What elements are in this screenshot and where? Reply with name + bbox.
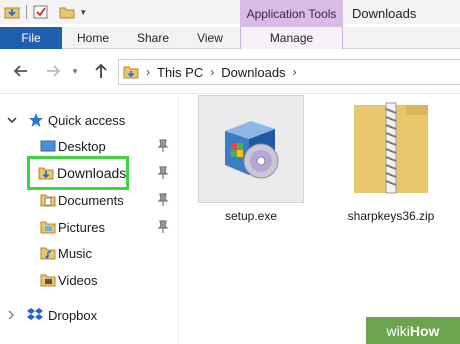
forward-arrow-icon[interactable]: [44, 62, 62, 80]
tab-home[interactable]: Home: [66, 27, 120, 49]
pin-icon[interactable]: [157, 193, 169, 207]
chevron-right-icon[interactable]: ›: [146, 65, 150, 79]
nav-item-desktop[interactable]: Desktop: [0, 135, 170, 157]
chevron-right-icon[interactable]: ›: [210, 65, 214, 79]
wikihow-watermark: wiki How: [366, 317, 460, 344]
nav-item-label: Videos: [58, 272, 98, 288]
file-list: setup.exe sharpkeys36.zip: [186, 95, 460, 344]
installer-icon: [215, 113, 287, 185]
star-icon: [28, 112, 44, 128]
nav-item-label: Music: [58, 245, 92, 261]
videos-folder-icon: [40, 272, 56, 288]
nav-item-label: Quick access: [48, 112, 126, 128]
tab-file[interactable]: File: [0, 27, 62, 49]
nav-item-quick-access[interactable]: Quick access: [0, 109, 170, 131]
downloads-folder-icon: [123, 65, 139, 79]
recent-locations-icon[interactable]: ▾: [70, 62, 80, 80]
tab-share[interactable]: Share: [128, 27, 178, 49]
breadcrumb-downloads[interactable]: Downloads: [221, 65, 285, 80]
desktop-folder-icon: [40, 139, 56, 153]
up-arrow-icon[interactable]: [92, 62, 110, 80]
tab-manage[interactable]: Manage: [240, 27, 343, 49]
separator: [26, 5, 27, 19]
window-title: Downloads: [352, 6, 417, 21]
address-bar[interactable]: › This PC › Downloads ›: [118, 59, 460, 85]
pictures-folder-icon: [40, 219, 56, 235]
title-bar: ▾ Downloads: [0, 0, 460, 24]
pin-icon[interactable]: [157, 139, 169, 153]
nav-item-label: Documents: [58, 192, 124, 208]
customize-toolbar-icon[interactable]: ▾: [81, 5, 91, 19]
documents-folder-icon: [40, 192, 56, 208]
tab-view[interactable]: View: [186, 27, 234, 49]
dropbox-icon: [26, 307, 44, 323]
selection-frame: [198, 95, 304, 203]
nav-item-label: Dropbox: [48, 307, 98, 323]
ribbon-tabs: File Home Share View Manage: [0, 27, 460, 49]
breadcrumb-this-pc[interactable]: This PC: [157, 65, 203, 80]
navigation-bar: ▾ › This PC › Downloads ›: [0, 50, 460, 94]
zip-folder-icon: [346, 99, 436, 199]
properties-icon[interactable]: [33, 5, 49, 19]
new-folder-icon[interactable]: [59, 5, 75, 19]
file-item-sharpkeys-zip[interactable]: sharpkeys36.zip: [336, 95, 446, 223]
pin-icon[interactable]: [157, 220, 169, 234]
back-arrow-icon[interactable]: [12, 62, 30, 80]
watermark-suffix: How: [409, 322, 440, 339]
nav-item-label: Desktop: [58, 138, 106, 154]
folder-down-icon[interactable]: [4, 5, 20, 19]
music-folder-icon: [40, 245, 56, 261]
chevron-right-icon[interactable]: ›: [293, 65, 297, 79]
quick-access-toolbar: ▾: [4, 4, 91, 20]
watermark-prefix: wiki: [386, 322, 410, 339]
highlight-box: [27, 156, 129, 190]
file-name: setup.exe: [224, 209, 278, 223]
navigation-pane: Quick access Desktop Downloads Documents: [0, 95, 178, 344]
nav-item-dropbox[interactable]: Dropbox: [0, 304, 170, 326]
nav-item-label: Pictures: [58, 219, 105, 235]
nav-item-documents[interactable]: Documents: [0, 189, 170, 211]
nav-item-videos[interactable]: Videos: [0, 269, 170, 291]
file-icon-wrapper: [336, 95, 446, 203]
file-name: sharpkeys36.zip: [347, 209, 435, 223]
nav-item-music[interactable]: Music: [0, 242, 170, 264]
pane-divider: [178, 95, 179, 344]
pin-icon[interactable]: [157, 166, 169, 180]
file-item-setup-exe[interactable]: setup.exe: [198, 95, 304, 223]
context-tab-header: Application Tools: [240, 0, 343, 27]
nav-item-pictures[interactable]: Pictures: [0, 216, 170, 238]
chevron-down-icon[interactable]: [7, 113, 17, 127]
chevron-right-icon[interactable]: [7, 308, 17, 322]
